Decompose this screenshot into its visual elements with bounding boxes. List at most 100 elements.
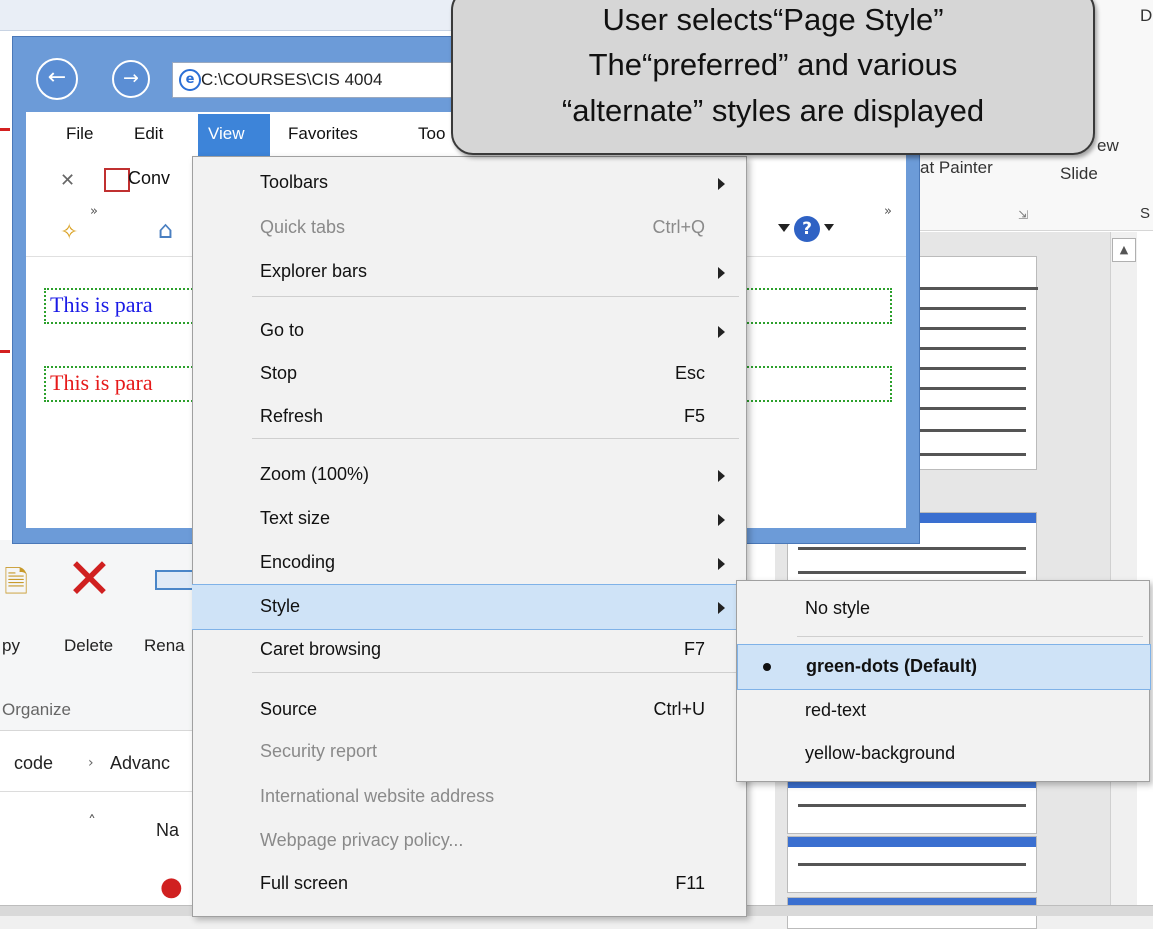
dialog-launcher-icon[interactable]: ⇲ bbox=[1018, 208, 1028, 222]
style-option-label: green-dots (Default) bbox=[806, 656, 977, 676]
menu-item-international-website-address: International website address bbox=[192, 775, 745, 819]
slide-thumbnail[interactable] bbox=[787, 777, 1037, 834]
forward-arrow-icon[interactable]: → bbox=[112, 60, 150, 98]
menu-tools[interactable]: Too bbox=[418, 124, 445, 144]
style-option-label: red-text bbox=[805, 700, 867, 720]
menu-item-label: Style bbox=[260, 596, 301, 616]
paragraph-1: This is para bbox=[50, 292, 153, 317]
menu-separator bbox=[252, 672, 739, 673]
convert-button[interactable]: Conv bbox=[128, 168, 170, 189]
explorer-ribbon: 🗎 ✕ py Delete Rena Organize bbox=[0, 540, 200, 731]
background-red-marker bbox=[0, 128, 10, 131]
close-icon[interactable]: ✕ bbox=[60, 170, 75, 191]
menu-item-label: Text size bbox=[260, 508, 331, 528]
submenu-arrow-icon bbox=[718, 514, 725, 526]
copy-button[interactable]: py bbox=[2, 636, 20, 656]
style-option-no-style[interactable]: No style bbox=[737, 587, 1149, 631]
menu-file[interactable]: File bbox=[66, 124, 93, 144]
overflow-chevron-icon[interactable]: » bbox=[90, 204, 98, 219]
menu-item-full-screen[interactable]: Full screen F11 bbox=[192, 862, 745, 906]
overflow-chevron-right-icon[interactable]: » bbox=[884, 204, 892, 219]
breadcrumb-code[interactable]: code bbox=[14, 753, 53, 774]
new-slide-label-top: ew bbox=[1097, 136, 1119, 155]
menu-item-text-size[interactable]: Text size bbox=[192, 497, 745, 541]
help-icon[interactable]: ? bbox=[794, 216, 820, 242]
menu-item-webpage-privacy-policy: Webpage privacy policy... bbox=[192, 819, 745, 863]
menu-item-stop[interactable]: Stop Esc bbox=[192, 352, 745, 396]
menu-favorites[interactable]: Favorites bbox=[288, 124, 358, 144]
menu-item-label: Explorer bars bbox=[260, 261, 368, 281]
submenu-arrow-icon bbox=[718, 602, 725, 614]
selected-bullet-icon bbox=[763, 663, 771, 671]
menu-item-shortcut: Esc bbox=[674, 363, 705, 383]
menu-item-encoding[interactable]: Encoding bbox=[192, 541, 745, 585]
pdf-convert-icon[interactable] bbox=[104, 168, 130, 192]
menu-item-label: Encoding bbox=[260, 552, 336, 572]
sort-up-chevron-icon[interactable]: ˄ bbox=[88, 812, 96, 831]
menu-item-shortcut: F5 bbox=[683, 406, 705, 426]
explorer-address-bar[interactable]: code › Advanc bbox=[0, 735, 200, 792]
scroll-up-arrow-icon[interactable]: ▲ bbox=[1112, 238, 1136, 262]
home-icon[interactable]: ⌂ bbox=[158, 216, 173, 244]
submenu-arrow-icon bbox=[718, 178, 725, 190]
menu-item-shortcut: F11 bbox=[675, 873, 705, 893]
menu-item-style[interactable]: Style bbox=[192, 584, 745, 630]
style-option-green-dots-default[interactable]: green-dots (Default) bbox=[737, 644, 1151, 690]
menu-separator bbox=[252, 296, 739, 297]
style-submenu: No style green-dots (Default) red-text yell… bbox=[736, 580, 1151, 782]
menu-item-label: Refresh bbox=[260, 406, 324, 426]
ie-page-icon: e bbox=[179, 69, 201, 91]
favorites-star-icon[interactable]: ✧ bbox=[60, 220, 78, 245]
menu-item-label: Caret browsing bbox=[260, 639, 382, 659]
menu-item-refresh[interactable]: Refresh F5 bbox=[192, 395, 745, 439]
menu-item-label: Webpage privacy policy... bbox=[260, 830, 464, 850]
menu-item-label: Source bbox=[260, 699, 318, 719]
menu-item-label: Security report bbox=[260, 741, 378, 761]
file-icon[interactable]: ● bbox=[160, 872, 183, 902]
address-bar[interactable]: e C:\COURSES\CIS 4004 bbox=[172, 62, 464, 98]
menu-item-toolbars[interactable]: Toolbars bbox=[192, 161, 745, 205]
menu-item-zoom-100[interactable]: Zoom (100%) bbox=[192, 453, 745, 497]
copy-icon[interactable]: 🗎 bbox=[4, 560, 28, 611]
explorer-file-list: ˄ Na ● bbox=[0, 792, 200, 915]
delete-icon[interactable]: ✕ bbox=[66, 552, 113, 608]
dropdown-arrow-icon[interactable] bbox=[778, 224, 790, 232]
menu-item-label: Toolbars bbox=[260, 172, 329, 192]
menu-item-explorer-bars[interactable]: Explorer bars bbox=[192, 250, 745, 294]
style-option-label: No style bbox=[805, 598, 871, 618]
menu-separator bbox=[797, 636, 1143, 637]
new-slide-button[interactable]: Slide bbox=[1060, 164, 1098, 184]
menu-item-label: Zoom (100%) bbox=[260, 464, 370, 484]
menu-item-source[interactable]: Source Ctrl+U bbox=[192, 688, 745, 732]
background-red-marker bbox=[0, 350, 10, 353]
menu-item-label: Go to bbox=[260, 320, 305, 340]
name-column-header[interactable]: Na bbox=[156, 820, 179, 841]
thumbnail-scrollbar[interactable] bbox=[1110, 232, 1137, 915]
rename-button[interactable]: Rena bbox=[144, 636, 185, 656]
help-dropdown-icon[interactable] bbox=[824, 224, 834, 231]
annotation-callout: User selects“Page Style” The“preferred” … bbox=[451, 0, 1095, 155]
address-text[interactable]: C:\COURSES\CIS 4004 bbox=[201, 70, 382, 90]
back-arrow-icon[interactable]: ← bbox=[36, 58, 78, 100]
paragraph-2: This is para bbox=[50, 370, 153, 395]
ppt-section-letter: S bbox=[1140, 205, 1151, 222]
menu-item-go-to[interactable]: Go to bbox=[192, 309, 745, 353]
menu-view-label: View bbox=[208, 124, 245, 143]
style-option-yellow-background[interactable]: yellow-background bbox=[737, 732, 1149, 776]
menu-item-label: Stop bbox=[260, 363, 298, 383]
menu-item-security-report: Security report bbox=[192, 730, 745, 774]
callout-line-1: User selects“Page Style” bbox=[602, 2, 944, 37]
breadcrumb-advanced[interactable]: Advanc bbox=[110, 753, 170, 774]
menu-edit[interactable]: Edit bbox=[134, 124, 163, 144]
format-painter-button[interactable]: at Painter bbox=[920, 158, 993, 178]
menu-item-shortcut: F7 bbox=[683, 639, 705, 659]
delete-button[interactable]: Delete bbox=[64, 636, 113, 656]
menu-item-shortcut: Ctrl+U bbox=[653, 699, 705, 719]
menu-item-quick-tabs: Quick tabs Ctrl+Q bbox=[192, 206, 745, 250]
menu-item-caret-browsing[interactable]: Caret browsing F7 bbox=[192, 628, 745, 672]
style-option-red-text[interactable]: red-text bbox=[737, 689, 1149, 733]
slide-thumbnail[interactable] bbox=[787, 836, 1037, 893]
menu-item-label: International website address bbox=[260, 786, 495, 806]
style-option-label: yellow-background bbox=[805, 743, 956, 763]
breadcrumb-chevron-icon: › bbox=[88, 755, 94, 771]
